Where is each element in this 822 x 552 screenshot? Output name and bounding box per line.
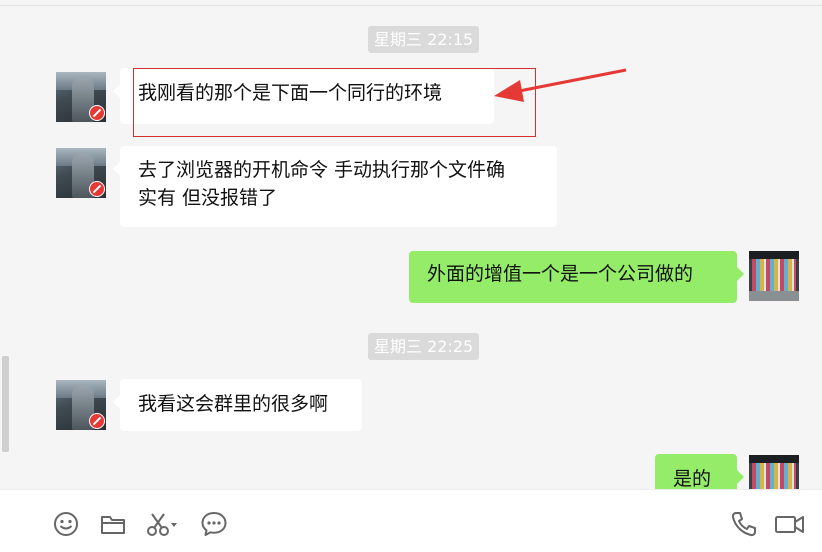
message-list[interactable]: 星期三 22:15 我刚看的那个是下面一个同行的环境 去了浏览器的开机命令 手动… [0,6,822,489]
input-toolbar [0,489,822,552]
annotation-arrow [494,68,627,102]
emoji-icon[interactable] [52,510,80,538]
folder-icon[interactable] [99,510,127,538]
chat-history-icon[interactable] [200,510,228,538]
video-icon[interactable] [774,510,806,538]
scrollbar-thumb[interactable] [2,356,9,452]
phone-icon[interactable] [730,510,758,538]
scissors-icon[interactable] [145,510,181,538]
